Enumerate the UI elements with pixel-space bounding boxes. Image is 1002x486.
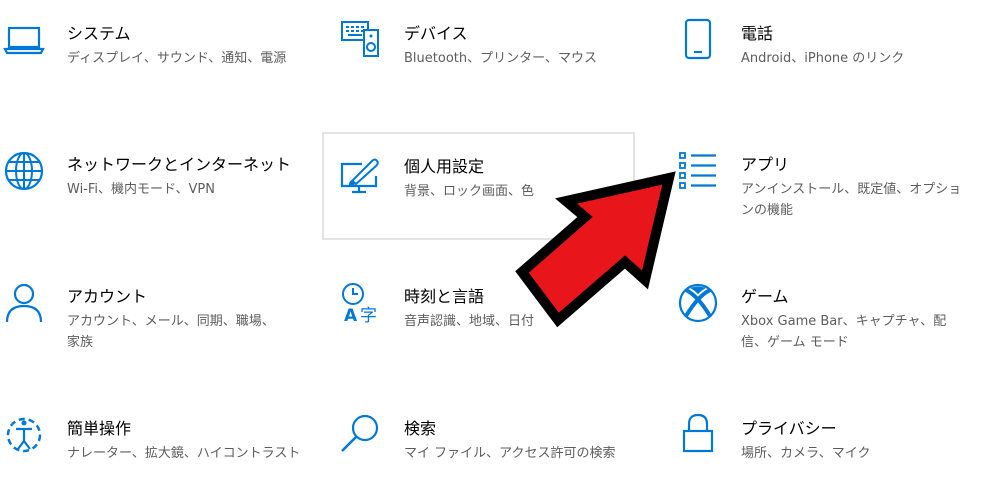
- tile-personalization[interactable]: 個人用設定 背景、ロック画面、色: [322, 132, 635, 240]
- tile-description: マイ ファイル、アクセス許可の検索: [404, 446, 616, 461]
- search-icon: [338, 412, 382, 456]
- laptop-icon: [2, 17, 46, 61]
- time-language-icon: A字: [338, 281, 382, 325]
- tile-ease-of-access[interactable]: 簡単操作 ナレーター、拡大鏡、ハイコントラスト: [0, 394, 320, 486]
- lock-icon: [676, 411, 720, 455]
- tile-search[interactable]: 検索 マイ ファイル、アクセス許可の検索: [330, 394, 650, 486]
- xbox-icon: [676, 281, 720, 325]
- paintbrush-icon: [338, 154, 382, 198]
- tile-title: アプリ: [741, 155, 790, 174]
- tile-apps[interactable]: アプリ アンインストール、既定値、オプションの機能: [665, 130, 985, 240]
- tile-gaming[interactable]: ゲーム Xbox Game Bar、キャプチャ、配信、ゲーム モード: [665, 262, 985, 372]
- tile-description: Bluetooth、プリンター、マウス: [404, 51, 597, 66]
- tile-title: プライバシー: [741, 419, 837, 438]
- tile-title: 電話: [741, 24, 774, 43]
- tile-system[interactable]: システム ディスプレイ、サウンド、通知、電源: [0, 0, 320, 110]
- tile-description: Android、iPhone のリンク: [741, 51, 905, 66]
- tile-devices[interactable]: デバイス Bluetooth、プリンター、マウス: [330, 0, 650, 110]
- tile-time-language[interactable]: A字 時刻と言語 音声認識、地域、日付: [330, 262, 650, 372]
- tile-network[interactable]: ネットワークとインターネット Wi-Fi、機内モード、VPN: [0, 130, 320, 240]
- tile-description: Wi-Fi、機内モード、VPN: [67, 182, 215, 197]
- tile-title: 簡単操作: [67, 419, 132, 438]
- tile-phone[interactable]: 電話 Android、iPhone のリンク: [665, 0, 985, 110]
- tile-title: システム: [67, 24, 131, 43]
- devices-icon: [338, 17, 382, 61]
- ease-of-access-icon: [2, 413, 46, 457]
- tile-description: アンインストール、既定値、オプションの機能: [741, 182, 962, 218]
- globe-icon: [2, 149, 46, 193]
- svg-text:字: 字: [360, 306, 377, 325]
- tile-privacy[interactable]: プライバシー 場所、カメラ、マイク: [665, 394, 985, 486]
- tile-title: アカウント: [67, 287, 148, 306]
- tile-description: 背景、ロック画面、色: [404, 184, 535, 199]
- tile-description: ディスプレイ、サウンド、通知、電源: [67, 51, 287, 66]
- person-icon: [2, 281, 46, 325]
- svg-text:A: A: [344, 306, 358, 325]
- tile-description: 音声認識、地域、日付: [404, 314, 535, 329]
- tile-description: ナレーター、拡大鏡、ハイコントラスト: [67, 446, 301, 461]
- tile-description: アカウント、メール、同期、職場、家族: [67, 314, 275, 350]
- tile-title: 検索: [404, 419, 437, 438]
- tile-title: ネットワークとインターネット: [67, 155, 292, 174]
- apps-list-icon: [676, 149, 720, 193]
- tile-title: 時刻と言語: [404, 287, 485, 306]
- tile-title: ゲーム: [741, 287, 789, 306]
- tile-title: デバイス: [404, 24, 468, 43]
- tile-description: 場所、カメラ、マイク: [741, 446, 871, 461]
- tile-description: Xbox Game Bar、キャプチャ、配信、ゲーム モード: [741, 314, 947, 350]
- tile-accounts[interactable]: アカウント アカウント、メール、同期、職場、家族: [0, 262, 320, 372]
- tile-title: 個人用設定: [404, 157, 485, 176]
- phone-icon: [676, 17, 720, 61]
